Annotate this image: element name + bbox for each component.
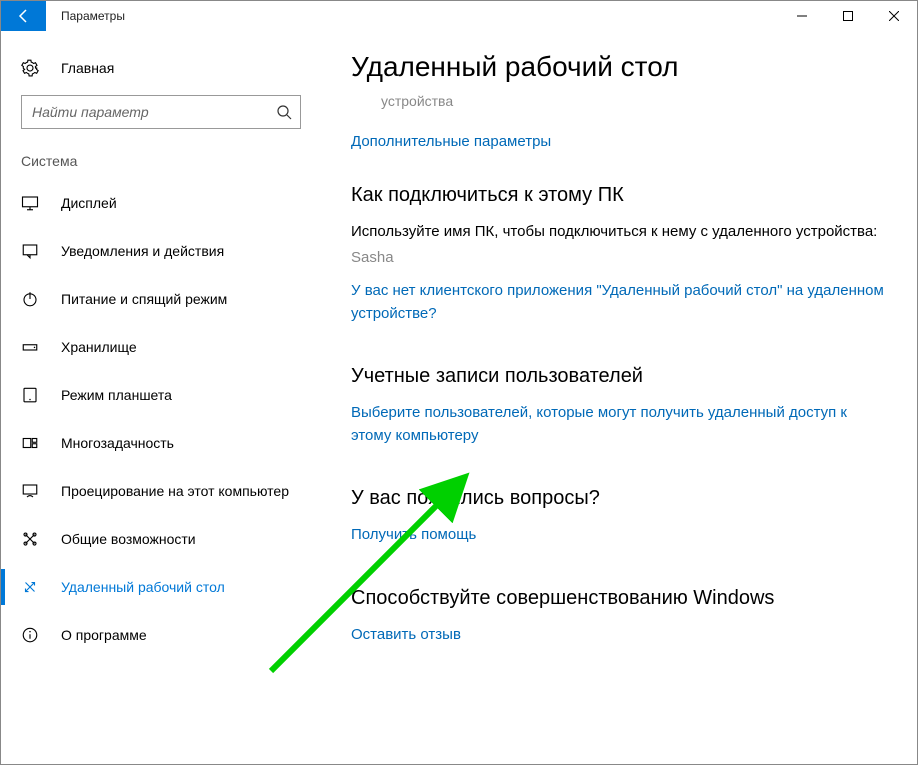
sidebar-item-label: Дисплей	[61, 195, 117, 211]
close-icon	[889, 11, 899, 21]
remote-desktop-icon	[21, 578, 39, 596]
sidebar-item-display[interactable]: Дисплей	[1, 179, 321, 227]
accounts-heading: Учетные записи пользователей	[351, 365, 887, 388]
sidebar-item-notifications[interactable]: Уведомления и действия	[1, 227, 321, 275]
close-button[interactable]	[871, 1, 917, 31]
tablet-icon	[21, 386, 39, 404]
maximize-icon	[843, 11, 853, 21]
maximize-button[interactable]	[825, 1, 871, 31]
search-icon	[276, 104, 292, 120]
titlebar-drag[interactable]	[125, 1, 779, 31]
feedback-heading: Способствуйте совершенствованию Windows	[351, 587, 887, 610]
sidebar-item-label: Удаленный рабочий стол	[61, 579, 225, 595]
sidebar-item-shared[interactable]: Общие возможности	[1, 515, 321, 563]
search-button[interactable]	[267, 95, 301, 129]
content: Удаленный рабочий стол устройства Дополн…	[321, 31, 917, 764]
sidebar-item-label: Общие возможности	[61, 531, 196, 547]
sidebar-item-remote-desktop[interactable]: Удаленный рабочий стол	[1, 563, 321, 611]
sidebar-item-tablet[interactable]: Режим планшета	[1, 371, 321, 419]
back-button[interactable]	[1, 1, 46, 31]
display-icon	[21, 194, 39, 212]
multitasking-icon	[21, 434, 39, 452]
sidebar-item-projecting[interactable]: Проецирование на этот компьютер	[1, 467, 321, 515]
info-icon	[21, 626, 39, 644]
window-controls	[779, 1, 917, 31]
sidebar-item-power[interactable]: Питание и спящий режим	[1, 275, 321, 323]
get-help-link[interactable]: Получить помощь	[351, 526, 476, 543]
sidebar-item-label: Питание и спящий режим	[61, 291, 227, 307]
connect-heading: Как подключиться к этому ПК	[351, 184, 887, 207]
arrow-left-icon	[16, 8, 32, 24]
search-input[interactable]	[21, 95, 301, 129]
pc-name: Sasha	[351, 249, 887, 266]
select-users-link[interactable]: Выберите пользователей, которые могут по…	[351, 404, 847, 444]
settings-window: Параметры Главная	[0, 0, 918, 765]
sidebar-item-label: Уведомления и действия	[61, 243, 224, 259]
sidebar-item-label: Многозадачность	[61, 435, 174, 451]
minimize-icon	[797, 11, 807, 21]
feedback-link[interactable]: Оставить отзыв	[351, 626, 461, 643]
notifications-icon	[21, 242, 39, 260]
sidebar-item-label: Проецирование на этот компьютер	[61, 483, 289, 499]
connect-instruction: Используйте имя ПК, чтобы подключиться к…	[351, 221, 887, 244]
storage-icon	[21, 338, 39, 356]
home-label: Главная	[61, 60, 114, 76]
no-client-link[interactable]: У вас нет клиентского приложения "Удален…	[351, 282, 884, 322]
sidebar-item-label: Режим планшета	[61, 387, 172, 403]
projecting-icon	[21, 482, 39, 500]
sidebar-item-storage[interactable]: Хранилище	[1, 323, 321, 371]
search-wrap	[21, 95, 301, 129]
sub-gray-text: устройства	[381, 93, 887, 109]
sidebar: Главная Система Дисплей Уведомления и де…	[1, 31, 321, 764]
gear-icon	[21, 59, 39, 77]
window-title: Параметры	[46, 1, 125, 31]
sidebar-item-label: Хранилище	[61, 339, 137, 355]
page-title: Удаленный рабочий стол	[351, 51, 887, 83]
shared-icon	[21, 530, 39, 548]
titlebar: Параметры	[1, 1, 917, 31]
help-heading: У вас появились вопросы?	[351, 487, 887, 510]
sidebar-item-multitasking[interactable]: Многозадачность	[1, 419, 321, 467]
power-icon	[21, 290, 39, 308]
advanced-settings-link[interactable]: Дополнительные параметры	[351, 133, 551, 150]
sidebar-item-about[interactable]: О программе	[1, 611, 321, 659]
home-button[interactable]: Главная	[1, 51, 321, 85]
category-header: Система	[1, 147, 321, 179]
sidebar-item-label: О программе	[61, 627, 147, 643]
minimize-button[interactable]	[779, 1, 825, 31]
body: Главная Система Дисплей Уведомления и де…	[1, 31, 917, 764]
